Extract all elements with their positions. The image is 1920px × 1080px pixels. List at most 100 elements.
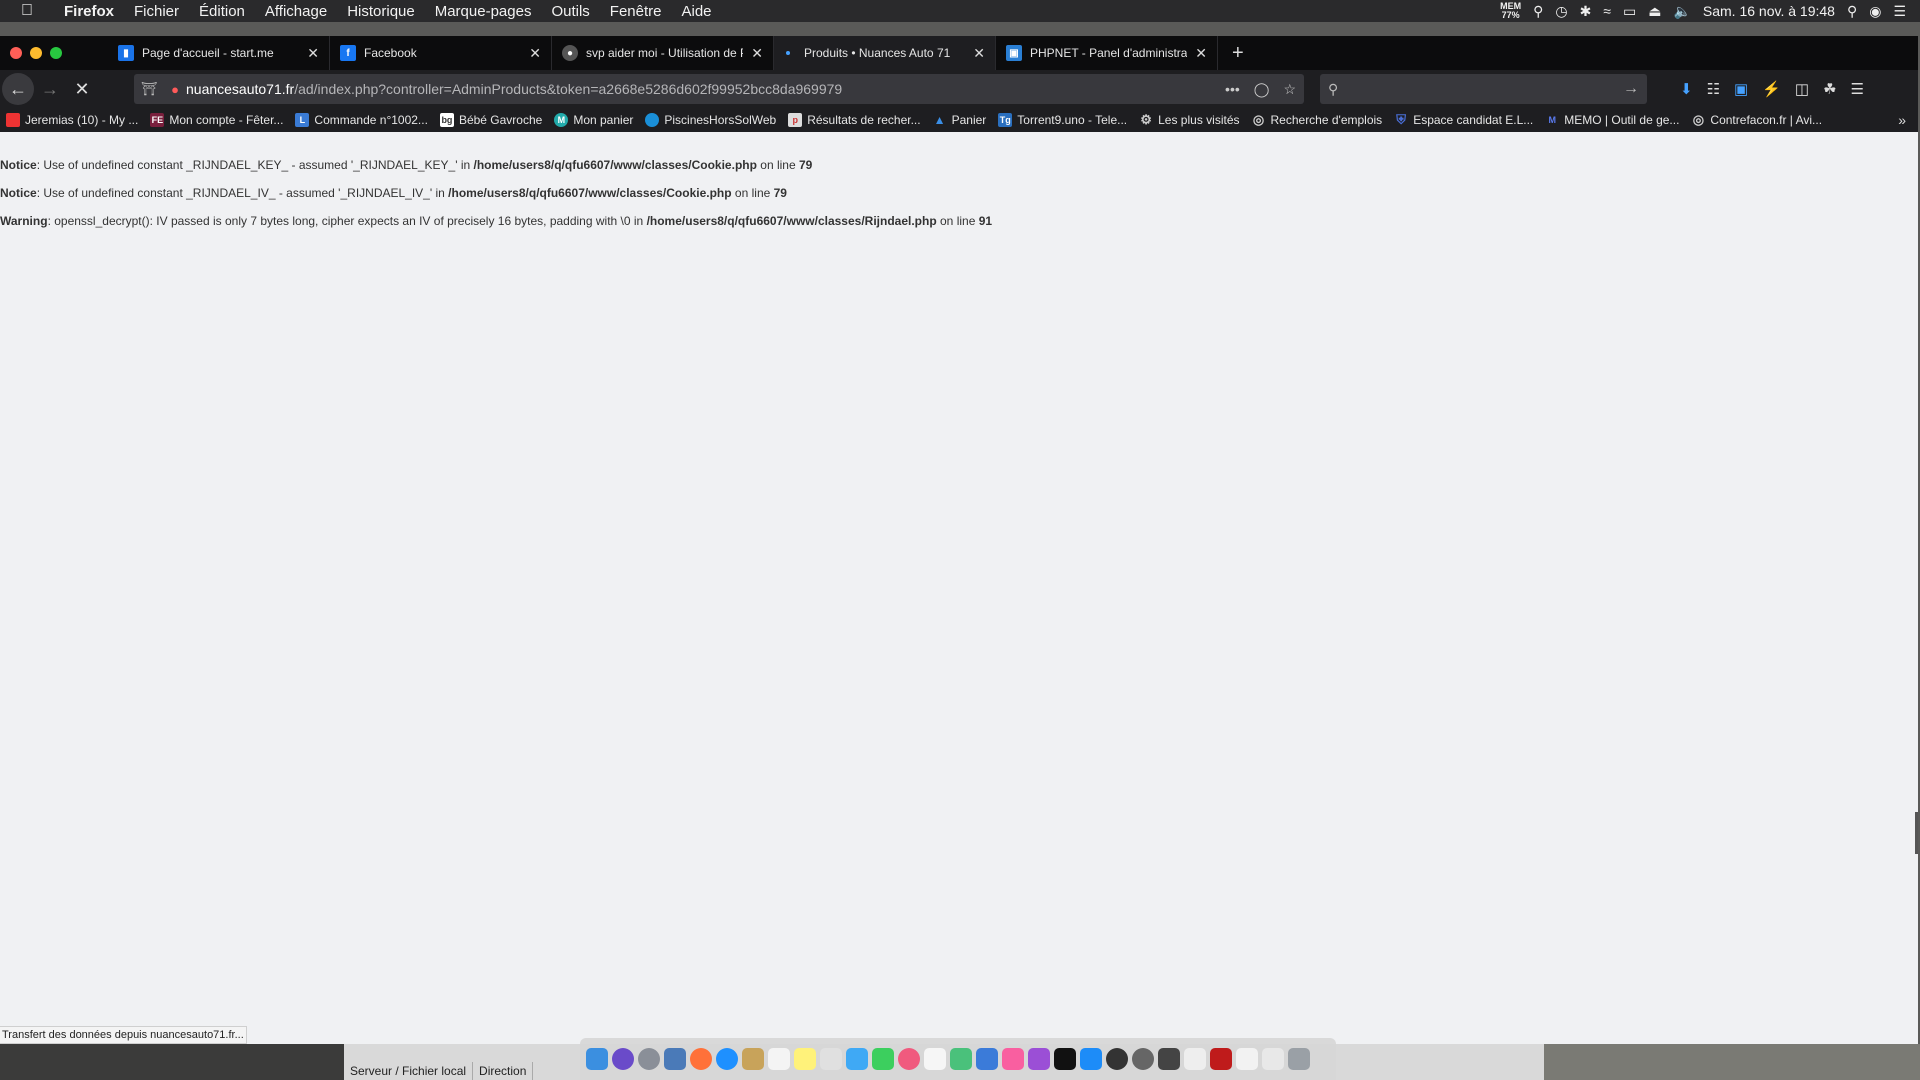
siri-icon[interactable]: ◉ bbox=[1869, 3, 1881, 20]
memory-indicator[interactable]: MEM 77% bbox=[1500, 2, 1521, 20]
minimize-window-button[interactable] bbox=[30, 47, 42, 59]
bookmark-item[interactable]: Jeremias (10) - My ... bbox=[0, 113, 144, 127]
bookmark-item[interactable]: M MEMO | Outil de ge... bbox=[1539, 113, 1685, 127]
library-icon[interactable]: ☷ bbox=[1707, 80, 1720, 98]
notes-icon[interactable] bbox=[794, 1048, 816, 1070]
new-tab-plus-icon[interactable]: + bbox=[1218, 42, 1258, 65]
search-input[interactable]: ⚲ → bbox=[1320, 74, 1647, 104]
menu-fenetre[interactable]: Fenêtre bbox=[600, 3, 672, 20]
document-icon[interactable] bbox=[1184, 1048, 1206, 1070]
firefox-icon[interactable] bbox=[690, 1048, 712, 1070]
zoom-window-button[interactable] bbox=[50, 47, 62, 59]
bookmark-item[interactable]: ◎ Recherche d'emplois bbox=[1246, 112, 1389, 127]
messages-icon[interactable] bbox=[872, 1048, 894, 1070]
search-go-arrow-icon[interactable]: → bbox=[1623, 80, 1639, 98]
stop-loading-icon[interactable]: ✕ bbox=[66, 73, 98, 105]
bookmark-item[interactable]: FE Mon compte - Fêter... bbox=[144, 113, 289, 127]
magnifier-icon[interactable]: ⚲ bbox=[1533, 3, 1543, 20]
music-icon[interactable] bbox=[1002, 1048, 1024, 1070]
menu-aide[interactable]: Aide bbox=[672, 3, 722, 20]
airplay-icon[interactable]: ▭ bbox=[1623, 3, 1636, 20]
bookmark-item[interactable]: L Commande n°1002... bbox=[289, 113, 434, 127]
bookmark-item[interactable]: ◎ Contrefacon.fr | Avi... bbox=[1685, 112, 1828, 127]
tab-start-me[interactable]: ▮ Page d'accueil - start.me ✕ bbox=[108, 36, 330, 70]
apple-tv-icon[interactable] bbox=[1054, 1048, 1076, 1070]
calendar-icon[interactable] bbox=[768, 1048, 790, 1070]
menu-affichage[interactable]: Affichage bbox=[255, 3, 337, 20]
page-actions-menu-icon[interactable]: ••• bbox=[1225, 81, 1240, 97]
clock[interactable]: Sam. 16 nov. à 19:48 bbox=[1703, 3, 1835, 19]
filezilla-column-server[interactable]: Serveur / Fichier local bbox=[344, 1062, 474, 1080]
menu-outils[interactable]: Outils bbox=[541, 3, 599, 20]
close-window-button[interactable] bbox=[10, 47, 22, 59]
textedit-icon[interactable] bbox=[924, 1048, 946, 1070]
close-tab-icon[interactable]: ✕ bbox=[1195, 45, 1207, 62]
scrollbar-thumb[interactable] bbox=[1915, 812, 1918, 854]
finder-icon[interactable] bbox=[586, 1048, 608, 1070]
numbers-icon[interactable] bbox=[950, 1048, 972, 1070]
reminders-icon[interactable] bbox=[820, 1048, 842, 1070]
menu-fichier[interactable]: Fichier bbox=[124, 3, 189, 20]
tab-forum[interactable]: ● svp aider moi - Utilisation de Pr ✕ bbox=[552, 36, 774, 70]
contacts-icon[interactable] bbox=[742, 1048, 764, 1070]
launchpad-icon[interactable] bbox=[638, 1048, 660, 1070]
bookmark-item[interactable]: PiscinesHorsSolWeb bbox=[639, 113, 782, 127]
app-menu[interactable]: Firefox bbox=[54, 3, 124, 20]
filezilla-column-direction[interactable]: Direction bbox=[473, 1062, 534, 1080]
bookmark-item[interactable]: M Mon panier bbox=[548, 113, 639, 127]
back-arrow-icon[interactable]: ← bbox=[2, 73, 34, 105]
remote-app-icon[interactable] bbox=[664, 1048, 686, 1070]
forward-arrow-icon[interactable]: → bbox=[34, 73, 66, 105]
close-tab-icon[interactable]: ✕ bbox=[529, 45, 541, 62]
tab-facebook[interactable]: f Facebook ✕ bbox=[330, 36, 552, 70]
keynote-icon[interactable] bbox=[976, 1048, 998, 1070]
menu-historique[interactable]: Historique bbox=[337, 3, 425, 20]
safari-icon[interactable] bbox=[716, 1048, 738, 1070]
time-machine-icon[interactable]: ◷ bbox=[1555, 3, 1567, 20]
tab-produits-active[interactable]: Produits • Nuances Auto 71 ✕ bbox=[774, 36, 996, 70]
tracking-protection-icon[interactable]: ⛩ bbox=[134, 81, 164, 97]
menu-edition[interactable]: Édition bbox=[189, 3, 255, 20]
trash-icon[interactable] bbox=[1288, 1048, 1310, 1070]
bookmark-star-icon[interactable]: ☆ bbox=[1283, 81, 1296, 98]
sidebar-toggle-icon[interactable]: ◫ bbox=[1795, 80, 1809, 98]
photos-icon[interactable] bbox=[898, 1048, 920, 1070]
apple-menu-icon[interactable]:  bbox=[0, 2, 54, 20]
wifi-icon[interactable]: ≈ bbox=[1603, 3, 1611, 19]
hamburger-menu-icon[interactable]: ☰ bbox=[1851, 80, 1864, 98]
close-tab-icon[interactable]: ✕ bbox=[751, 45, 763, 62]
pocket-icon[interactable]: ◯ bbox=[1254, 81, 1270, 98]
url-bar[interactable]: ⛩ ● nuancesauto71.fr/ad/index.php?contro… bbox=[134, 74, 1304, 104]
github-icon[interactable] bbox=[1106, 1048, 1128, 1070]
bluetooth-icon[interactable]: ✱ bbox=[1580, 3, 1592, 20]
bookmark-item[interactable]: ▲ Panier bbox=[927, 113, 993, 127]
menu-marque-pages[interactable]: Marque-pages bbox=[425, 3, 542, 20]
filezilla-icon[interactable] bbox=[1210, 1048, 1232, 1070]
extension-gremlin-icon[interactable]: ☘ bbox=[1823, 80, 1836, 98]
maps-icon[interactable] bbox=[846, 1048, 868, 1070]
volume-icon[interactable]: 🔈 bbox=[1673, 3, 1690, 20]
podcasts-icon[interactable] bbox=[1028, 1048, 1050, 1070]
extension-square-icon[interactable]: ▣ bbox=[1734, 80, 1748, 98]
file-icon[interactable] bbox=[1236, 1048, 1258, 1070]
flash-extension-icon[interactable]: ⚡ bbox=[1762, 80, 1781, 98]
spotlight-icon[interactable]: ⚲ bbox=[1847, 3, 1857, 20]
bookmark-item[interactable]: p Résultats de recher... bbox=[782, 113, 926, 127]
close-tab-icon[interactable]: ✕ bbox=[973, 45, 985, 62]
downloads-icon[interactable]: ⬇ bbox=[1680, 80, 1693, 98]
bookmarks-overflow-chevron-icon[interactable]: » bbox=[1898, 108, 1906, 132]
notification-center-icon[interactable]: ☰ bbox=[1893, 3, 1906, 20]
bookmark-item[interactable]: ⚙ Les plus visités bbox=[1133, 112, 1245, 127]
utility-icon[interactable] bbox=[1158, 1048, 1180, 1070]
close-tab-icon[interactable]: ✕ bbox=[307, 45, 319, 62]
system-preferences-icon[interactable] bbox=[1132, 1048, 1154, 1070]
app-store-icon[interactable] bbox=[1080, 1048, 1102, 1070]
folder-icon[interactable] bbox=[1262, 1048, 1284, 1070]
insecure-lock-icon[interactable]: ● bbox=[164, 82, 186, 97]
siri-icon[interactable] bbox=[612, 1048, 634, 1070]
bookmark-item[interactable]: bg Bébé Gavroche bbox=[434, 113, 548, 127]
eject-icon[interactable]: ⏏ bbox=[1648, 3, 1661, 20]
tab-phpnet[interactable]: ▣ PHPNET - Panel d'administratio ✕ bbox=[996, 36, 1218, 70]
bookmark-item[interactable]: Tg Torrent9.uno - Tele... bbox=[992, 113, 1133, 127]
bookmark-item[interactable]: ⛨ Espace candidat E.L... bbox=[1388, 112, 1539, 127]
